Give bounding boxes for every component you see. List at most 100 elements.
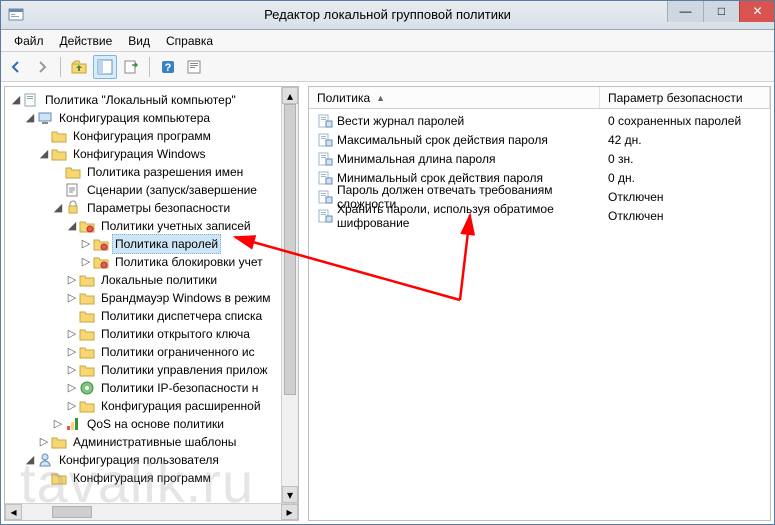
tree-label: Политики управления прилож <box>98 361 271 379</box>
tree-label: Конфигурация расширенной <box>98 397 264 415</box>
expand-icon[interactable]: ▷ <box>65 271 79 289</box>
collapse-icon[interactable]: ◢ <box>9 91 23 109</box>
policy-item-icon <box>317 132 333 148</box>
folder-icon <box>79 272 95 288</box>
tree-item-local-policies[interactable]: ▷ Локальные политики <box>9 271 298 289</box>
collapse-icon[interactable]: ◢ <box>37 145 51 163</box>
menu-view[interactable]: Вид <box>120 32 158 50</box>
show-tree-button[interactable] <box>93 55 117 79</box>
list-item[interactable]: Вести журнал паролей0 сохраненных пароле… <box>309 111 770 130</box>
properties-button[interactable] <box>182 55 206 79</box>
tree-item-app-control[interactable]: ▷ Политики управления прилож <box>9 361 298 379</box>
policy-value: 0 зн. <box>600 152 770 166</box>
up-folder-button[interactable] <box>67 55 91 79</box>
tree-item-lockout-policy[interactable]: ▷Политика блокировки учет <box>9 253 298 271</box>
tree-root[interactable]: ◢ Политика "Локальный компьютер" <box>9 91 298 109</box>
tree-item-admin-templates[interactable]: ▷ Административные шаблоны <box>9 433 298 451</box>
policy-name: Хранить пароли, используя обратимое шифр… <box>337 202 600 230</box>
list-item[interactable]: Хранить пароли, используя обратимое шифр… <box>309 206 770 225</box>
menu-help[interactable]: Справка <box>158 32 221 50</box>
expand-icon[interactable]: ▷ <box>65 289 79 307</box>
maximize-button[interactable]: □ <box>703 0 739 22</box>
tree-label: Административные шаблоны <box>70 433 239 451</box>
minimize-button[interactable]: — <box>667 0 703 22</box>
policy-item-icon <box>317 113 333 129</box>
policy-list: Вести журнал паролей0 сохраненных пароле… <box>309 109 770 227</box>
tree-label: Параметры безопасности <box>84 199 233 217</box>
tree-item-software-restriction[interactable]: ▷Политики ограниченного ис <box>9 343 298 361</box>
close-button[interactable]: ✕ <box>739 0 775 22</box>
expand-icon[interactable]: ▷ <box>37 433 51 451</box>
folder-icon <box>51 146 67 162</box>
folder-icon <box>79 326 95 342</box>
tree-item-programs[interactable]: Конфигурация программ <box>9 127 298 145</box>
tree-item-network-list[interactable]: Политики диспетчера списка <box>9 307 298 325</box>
toolbar-separator <box>149 57 150 77</box>
title-bar: Редактор локальной групповой политики — … <box>0 0 775 30</box>
policy-value: 0 сохраненных паролей <box>600 114 770 128</box>
tree-item-account-policies[interactable]: ◢ Политики учетных записей <box>9 217 298 235</box>
tree-label: QoS на основе политики <box>84 415 227 433</box>
list-item[interactable]: Минимальная длина пароля 0 зн. <box>309 149 770 168</box>
forward-button[interactable] <box>30 55 54 79</box>
tree-label: Политика разрешения имен <box>84 163 246 181</box>
policy-value: 0 дн. <box>600 171 770 185</box>
collapse-icon[interactable]: ◢ <box>65 217 79 235</box>
expand-icon[interactable]: ▷ <box>79 235 93 253</box>
expand-icon[interactable]: ▷ <box>51 415 65 433</box>
collapse-icon[interactable]: ◢ <box>51 199 65 217</box>
toolbar-separator <box>60 57 61 77</box>
tree-item-public-key[interactable]: ▷Политики открытого ключа <box>9 325 298 343</box>
watermark: tavalik.ru <box>20 450 254 515</box>
expand-icon[interactable]: ▷ <box>65 397 79 415</box>
tree-item-password-policy[interactable]: ▷Политика паролей <box>9 235 298 253</box>
tree-label: Политики учетных записей <box>98 217 254 235</box>
menu-action[interactable]: Действие <box>52 32 121 50</box>
expand-icon[interactable]: ▷ <box>65 325 79 343</box>
expand-icon[interactable]: ▷ <box>65 361 79 379</box>
tree-item-security-settings[interactable]: ◢ Параметры безопасности <box>9 199 298 217</box>
folder-icon <box>51 434 67 450</box>
pane-splitter[interactable] <box>301 82 306 525</box>
tree-label: Локальные политики <box>98 271 220 289</box>
tree-item-ipsec[interactable]: ▷Политики IP-безопасности н <box>9 379 298 397</box>
tree-label: Политики диспетчера списка <box>98 307 265 325</box>
tree-item-qos[interactable]: ▷ QoS на основе политики <box>9 415 298 433</box>
tree-item-computer-config[interactable]: ◢Конфигурация компьютера <box>9 109 298 127</box>
collapse-icon[interactable]: ◢ <box>23 109 37 127</box>
export-list-button[interactable] <box>119 55 143 79</box>
tree-label: Сценарии (запуск/завершение <box>84 181 260 199</box>
tree-item-firewall[interactable]: ▷ Брандмауэр Windows в режим <box>9 289 298 307</box>
expand-icon[interactable]: ▷ <box>65 379 79 397</box>
folder-locked-icon <box>93 236 109 252</box>
security-icon <box>65 200 81 216</box>
policy-name: Минимальная длина пароля <box>337 152 495 166</box>
folder-icon <box>51 128 67 144</box>
scroll-down-button[interactable]: ▾ <box>282 486 298 503</box>
window-title: Редактор локальной групповой политики <box>0 7 775 22</box>
tree-item-windows-config[interactable]: ◢Конфигурация Windows <box>9 145 298 163</box>
column-header-policy[interactable]: Политика▲ <box>309 87 600 108</box>
folder-icon <box>79 398 95 414</box>
back-button[interactable] <box>4 55 28 79</box>
expand-icon[interactable]: ▷ <box>79 253 93 271</box>
column-header-security-param[interactable]: Параметр безопасности <box>600 87 770 108</box>
list-item[interactable]: Максимальный срок действия пароля42 дн. <box>309 130 770 149</box>
sort-ascending-icon: ▲ <box>376 93 385 103</box>
tree-label: Политика "Локальный компьютер" <box>42 91 239 109</box>
help-button[interactable]: ? <box>156 55 180 79</box>
policy-value: 42 дн. <box>600 133 770 147</box>
scroll-up-button[interactable]: ▴ <box>282 87 298 104</box>
tree-item-advanced-audit[interactable]: ▷ Конфигурация расширенной <box>9 397 298 415</box>
scroll-thumb[interactable] <box>284 104 296 395</box>
folder-icon <box>79 290 95 306</box>
menu-file[interactable]: Файл <box>6 32 52 50</box>
tree-vertical-scrollbar[interactable]: ▴ ▾ <box>281 87 298 503</box>
details-pane: Политика▲ Параметр безопасности Вести жу… <box>308 86 771 521</box>
scroll-right-button[interactable]: ▸ <box>281 504 298 520</box>
tree-item-name-resolution[interactable]: Политика разрешения имен <box>9 163 298 181</box>
tree-item-scripts[interactable]: Сценарии (запуск/завершение <box>9 181 298 199</box>
expand-icon[interactable]: ▷ <box>65 343 79 361</box>
tree-label: Брандмауэр Windows в режим <box>98 289 274 307</box>
policy-value: Отключен <box>600 190 770 204</box>
